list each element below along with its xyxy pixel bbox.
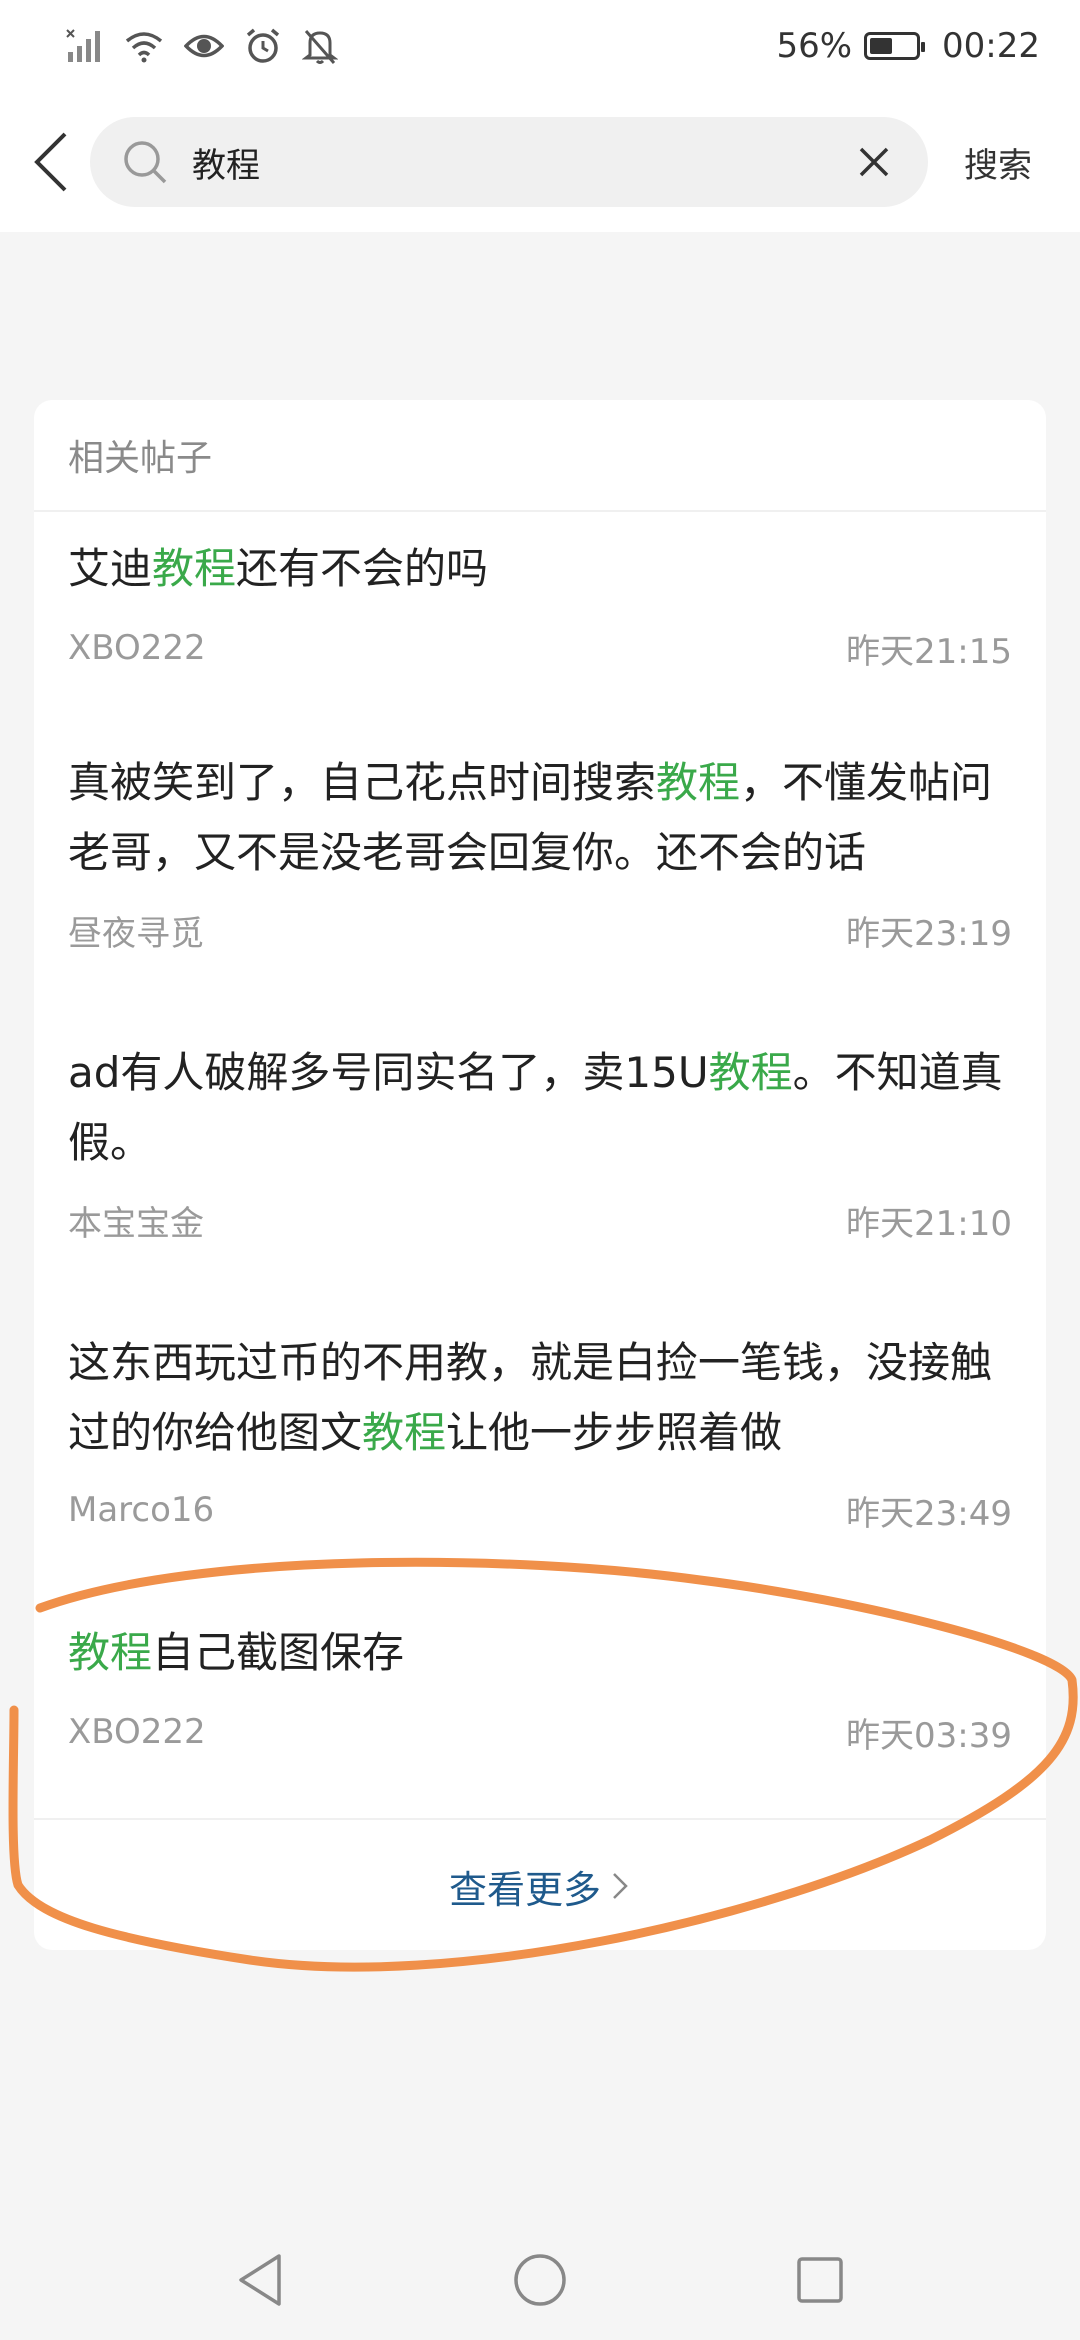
navigation-bar: [0, 2220, 1080, 2340]
status-bar: 56% 00:22: [0, 0, 1080, 92]
alarm-icon: [246, 28, 280, 63]
chevron-right-icon: [613, 1873, 628, 1899]
battery-fill: [870, 38, 893, 54]
post-item[interactable]: 教程自己截图保存 XBO222 昨天03:39: [34, 1600, 1046, 1818]
section-title: 相关帖子: [34, 400, 1046, 512]
post-item[interactable]: 这东西玩过币的不用教，就是白捡一笔钱，没接触过的你给他图文教程让他一步步照着做 …: [34, 1310, 1046, 1600]
post-item[interactable]: ad有人破解多号同实名了，卖15U教程。不知道真假。 本宝宝金 昨天21:10: [34, 1020, 1046, 1310]
mute-icon: [302, 30, 338, 64]
clear-search-button[interactable]: [844, 132, 904, 192]
screen: 56% 00:22 搜索: [0, 0, 1080, 2340]
post-title: ad有人破解多号同实名了，卖15U教程。不知道真假。: [68, 1048, 1003, 1167]
post-item[interactable]: 真被笑到了，自己花点时间搜索教程，不懂发帖问老哥，又不是没老哥会回复你。还不会的…: [34, 730, 1046, 1020]
nav-recents-button[interactable]: [785, 2245, 855, 2315]
related-posts-card: 相关帖子 艾迪教程还有不会的吗 XBO222 昨天21:15 真被笑到了，自己花…: [34, 400, 1046, 1950]
post-author: 本宝宝金: [68, 1203, 204, 1244]
clock: 00:22: [942, 26, 1040, 66]
close-icon: [859, 147, 889, 177]
search-input[interactable]: [190, 141, 844, 183]
eye-icon: [184, 34, 224, 58]
post-meta: 本宝宝金 昨天21:10: [68, 1190, 1012, 1250]
post-title: 艾迪教程还有不会的吗: [68, 544, 489, 593]
search-button[interactable]: 搜索: [964, 138, 1032, 187]
triangle-back-icon: [239, 2254, 281, 2306]
status-right: 56% 00:22: [776, 26, 1040, 66]
post-author: Marco16: [68, 1490, 215, 1530]
post-title: 教程自己截图保存: [68, 1628, 405, 1677]
post-title: 真被笑到了，自己花点时间搜索教程，不懂发帖问老哥，又不是没老哥会回复你。还不会的…: [68, 758, 993, 877]
post-meta: Marco16 昨天23:49: [68, 1480, 1012, 1540]
post-author: XBO222: [68, 1712, 206, 1752]
post-meta: XBO222 昨天21:15: [68, 618, 1012, 678]
search-header: 搜索: [0, 92, 1080, 232]
post-item[interactable]: 艾迪教程还有不会的吗 XBO222 昨天21:15: [34, 512, 1046, 730]
back-button[interactable]: [12, 112, 90, 212]
search-box[interactable]: [90, 117, 928, 207]
nav-home-button[interactable]: [505, 2245, 575, 2315]
status-icons: [66, 27, 338, 65]
post-time: 昨天21:10: [846, 1203, 1012, 1244]
signal-icon: [66, 29, 100, 62]
post-title: 这东西玩过币的不用教，就是白捡一笔钱，没接触过的你给他图文教程让他一步步照着做: [68, 1338, 993, 1457]
nav-back-button[interactable]: [225, 2245, 295, 2315]
search-icon: [124, 141, 167, 184]
post-time: 昨天23:49: [846, 1493, 1012, 1534]
post-author: XBO222: [68, 628, 206, 668]
post-time: 昨天03:39: [846, 1715, 1012, 1756]
post-time: 昨天21:15: [846, 631, 1012, 672]
post-meta: 昼夜寻觅 昨天23:19: [68, 900, 1012, 960]
post-time: 昨天23:19: [846, 913, 1012, 954]
post-author: 昼夜寻觅: [68, 913, 204, 954]
circle-home-icon: [514, 2254, 566, 2306]
chevron-left-icon: [34, 132, 67, 192]
view-more-button[interactable]: 查看更多: [34, 1818, 1046, 1950]
wifi-icon: [125, 32, 163, 63]
battery-icon: [864, 32, 926, 60]
view-more-label: 查看更多: [448, 1867, 601, 1912]
battery-percent: 56%: [776, 26, 853, 66]
post-meta: XBO222 昨天03:39: [68, 1702, 1012, 1762]
square-recents-icon: [797, 2257, 843, 2303]
